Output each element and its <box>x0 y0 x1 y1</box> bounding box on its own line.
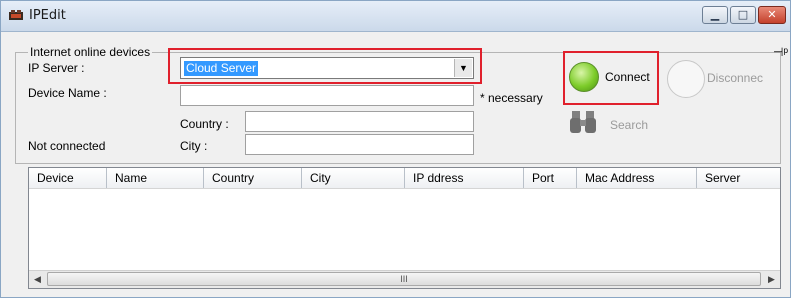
close-icon: ✕ <box>767 8 777 21</box>
maximize-button[interactable]: □ <box>730 6 756 24</box>
column-mac-address[interactable]: Mac Address <box>577 168 697 188</box>
country-field[interactable] <box>245 111 474 132</box>
scroll-left-icon[interactable]: ◀ <box>29 271 46 288</box>
necessary-note: * necessary <box>480 91 543 105</box>
column-name[interactable]: Name <box>107 168 204 188</box>
search-label: Search <box>610 118 649 132</box>
grey-orb-icon <box>667 60 705 98</box>
column-port[interactable]: Port <box>524 168 577 188</box>
country-label: Country : <box>180 117 229 131</box>
ip-server-label: IP Server : <box>28 61 85 75</box>
column-city[interactable]: City <box>302 168 405 188</box>
device-name-field[interactable] <box>180 85 474 106</box>
group-label: Internet online devices <box>28 45 153 59</box>
title-bar[interactable]: IPEdit ▁ □ ✕ <box>1 1 790 32</box>
connect-highlight <box>563 51 659 105</box>
connection-status: Not connected <box>28 139 106 153</box>
city-field[interactable] <box>245 134 474 155</box>
ipedit-app-icon <box>9 10 23 20</box>
minimize-icon: ▁ <box>710 8 720 21</box>
device-list[interactable]: Device Name Country City IP ddress Port … <box>28 167 781 289</box>
maximize-icon: □ <box>737 8 749 21</box>
scroll-grip: III <box>400 274 408 284</box>
window-title: IPEdit <box>29 8 66 23</box>
disconnect-button[interactable]: Disconnec <box>665 58 775 98</box>
device-name-label: Device Name : <box>28 86 107 100</box>
horizontal-scrollbar[interactable]: ◀ III ▶ <box>29 270 780 288</box>
minimize-button[interactable]: ▁ <box>702 6 728 24</box>
scroll-thumb[interactable]: III <box>47 272 761 286</box>
disconnect-label: Disconnec <box>707 71 764 85</box>
column-ip-address[interactable]: IP ddress <box>405 168 524 188</box>
close-button[interactable]: ✕ <box>758 6 786 24</box>
ip-server-highlight <box>168 48 482 84</box>
search-button[interactable]: Search <box>566 108 666 140</box>
pin-icon[interactable]: ⊣ᵖ <box>773 45 788 59</box>
scroll-right-icon[interactable]: ▶ <box>763 271 780 288</box>
list-header: Device Name Country City IP ddress Port … <box>29 168 780 189</box>
column-device[interactable]: Device <box>29 168 107 188</box>
column-country[interactable]: Country <box>204 168 302 188</box>
column-server[interactable]: Server <box>697 168 780 188</box>
binoculars-icon <box>570 111 596 133</box>
city-label: City : <box>180 139 208 153</box>
